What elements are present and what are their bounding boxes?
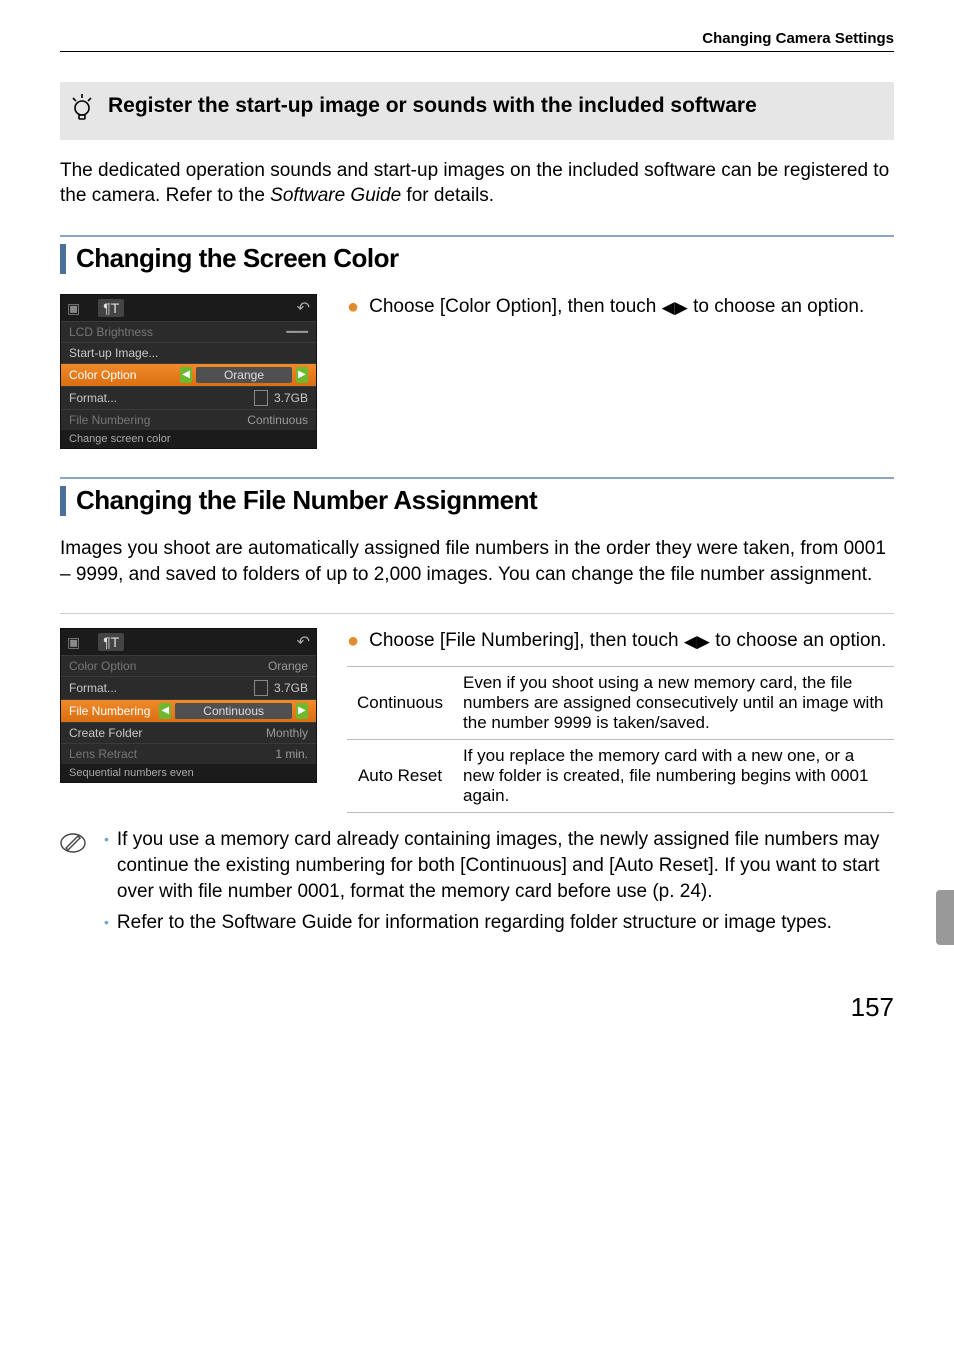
menu-row: Start-up Image... xyxy=(61,342,316,363)
instruction-suffix: to choose an option. xyxy=(710,630,886,651)
note-text: Refer to the Software Guide for informat… xyxy=(117,910,832,936)
menu-row-selected: File Numbering ◀ Continuous ▶ xyxy=(61,699,316,722)
section-heading-file-text: Changing the File Number Assignment xyxy=(76,485,537,516)
options-table: Continuous Even if you shoot using a new… xyxy=(347,666,894,813)
left-right-arrows-icon: ◀▶ xyxy=(684,631,710,654)
note-item: • If you use a memory card already conta… xyxy=(104,827,894,904)
option-desc: If you replace the memory card with a ne… xyxy=(453,740,894,813)
tools-tab-icon: ¶T xyxy=(98,633,124,651)
menu-row: Format...3.7GB xyxy=(61,676,316,699)
note-text: If you use a memory card already contain… xyxy=(117,827,894,904)
tip-body-italic: Software Guide xyxy=(270,185,401,206)
instruction-prefix: Choose [Color Option], then touch xyxy=(369,296,662,317)
section-rule xyxy=(60,477,894,479)
pencil-icon xyxy=(60,827,86,942)
menu-value: Orange xyxy=(196,367,292,383)
table-row: Continuous Even if you shoot using a new… xyxy=(347,667,894,740)
tip-body: The dedicated operation sounds and start… xyxy=(60,158,894,209)
page-number: 157 xyxy=(60,992,894,1023)
note-item: • Refer to the Software Guide for inform… xyxy=(104,910,894,936)
file-numbering-screenshot: ▣ ¶T ↶ Color OptionOrange Format...3.7GB… xyxy=(60,628,317,783)
instruction: ● Choose [File Numbering], then touch ◀▶… xyxy=(347,628,894,654)
section-heading-file: Changing the File Number Assignment xyxy=(60,485,894,516)
instruction: ● Choose [Color Option], then touch ◀▶ t… xyxy=(347,294,894,320)
header-rule xyxy=(60,51,894,52)
section-file-intro: Images you shoot are automatically assig… xyxy=(60,536,894,587)
menu-row: LCD Brightness━━━ xyxy=(61,321,316,342)
back-icon: ↶ xyxy=(297,632,310,652)
card-icon xyxy=(254,390,268,406)
menu-row: Lens Retract1 min. xyxy=(61,743,316,764)
right-arrow-icon: ▶ xyxy=(296,367,308,383)
option-name: Continuous xyxy=(347,667,453,740)
note-block: • If you use a memory card already conta… xyxy=(60,827,894,942)
divider xyxy=(60,613,894,614)
card-icon xyxy=(254,680,268,696)
tip-title: Register the start-up image or sounds wi… xyxy=(108,92,757,119)
right-arrow-icon: ▶ xyxy=(296,703,308,719)
menu-footer: Sequential numbers even xyxy=(61,764,316,782)
menu-row: File NumberingContinuous xyxy=(61,409,316,430)
section-bar xyxy=(60,244,66,274)
camera-tab-icon: ▣ xyxy=(67,300,80,317)
bullet-icon: ● xyxy=(347,628,359,654)
menu-row: Color OptionOrange xyxy=(61,655,316,676)
table-row: Auto Reset If you replace the memory car… xyxy=(347,740,894,813)
left-arrow-icon: ◀ xyxy=(180,367,192,383)
bullet-icon: • xyxy=(104,827,109,904)
left-arrow-icon: ◀ xyxy=(159,703,171,719)
section-heading-color-text: Changing the Screen Color xyxy=(76,243,399,274)
lightbulb-icon xyxy=(70,92,94,130)
section-heading-color: Changing the Screen Color xyxy=(60,243,894,274)
tools-tab-icon: ¶T xyxy=(98,299,124,317)
tip-body-suffix: for details. xyxy=(401,185,494,206)
left-right-arrows-icon: ◀▶ xyxy=(662,297,688,320)
running-header: Changing Camera Settings xyxy=(60,30,894,47)
section-tab xyxy=(936,890,954,945)
section-bar xyxy=(60,486,66,516)
bullet-icon: ● xyxy=(347,294,359,320)
menu-value: Continuous xyxy=(175,703,292,719)
option-desc: Even if you shoot using a new memory car… xyxy=(453,667,894,740)
menu-row: Format...3.7GB xyxy=(61,386,316,409)
menu-row: Create FolderMonthly xyxy=(61,722,316,743)
camera-tab-icon: ▣ xyxy=(67,634,80,651)
color-option-screenshot: ▣ ¶T ↶ LCD Brightness━━━ Start-up Image.… xyxy=(60,294,317,449)
instruction-suffix: to choose an option. xyxy=(688,296,864,317)
option-name: Auto Reset xyxy=(347,740,453,813)
menu-footer: Change screen color xyxy=(61,430,316,448)
bullet-icon: • xyxy=(104,910,109,936)
instruction-prefix: Choose [File Numbering], then touch xyxy=(369,630,684,651)
tip-callout: Register the start-up image or sounds wi… xyxy=(60,82,894,140)
section-rule xyxy=(60,235,894,237)
back-icon: ↶ xyxy=(297,298,310,318)
menu-row-selected: Color Option ◀ Orange ▶ xyxy=(61,363,316,386)
